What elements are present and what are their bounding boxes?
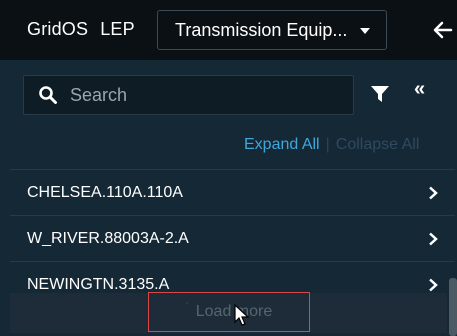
chevron-right-icon [429,278,438,292]
separator: | [325,136,330,153]
search-input[interactable] [70,84,320,106]
list-item[interactable]: W_RIVER.88003A-2.A [10,215,455,261]
list-item-label: CHELSEA.110A.110A [27,183,183,201]
chevron-right-icon [429,232,438,246]
search-box[interactable] [23,75,354,115]
list-item-label: NEWINGTN.3135.A [27,275,170,293]
collapse-all-link[interactable]: Collapse All [336,136,420,153]
dropdown-value: Transmission Equip... [175,19,348,40]
mouse-cursor-icon [234,304,250,326]
app-header: GridOS LEP Transmission Equip... [0,0,457,60]
brand-name: GridOS [27,19,89,39]
equipment-list: CHELSEA.110A.110A W_RIVER.88003A-2.A NEW… [10,169,455,307]
load-more-button[interactable]: ˙ Load more [148,292,310,332]
double-chevron-left-icon[interactable]: « [414,78,425,101]
brand: GridOS LEP [27,19,135,40]
search-icon [39,86,57,104]
transmission-equipment-panel: GridOS LEP Transmission Equip... « Expand… [0,0,457,336]
expand-all-link[interactable]: Expand All [244,136,320,153]
arrow-left-icon[interactable] [430,17,456,43]
app-name: LEP [100,19,135,39]
load-more-marker: ˙ [185,300,190,314]
chevron-right-icon [429,186,438,200]
scrollbar[interactable] [449,278,457,336]
list-item-label: W_RIVER.88003A-2.A [27,229,189,247]
list-item[interactable]: CHELSEA.110A.110A [10,169,455,215]
tree-controls: Expand All | Collapse All [244,136,419,154]
filter-icon[interactable] [370,84,390,104]
caret-down-icon [360,28,370,34]
equipment-type-dropdown[interactable]: Transmission Equip... [157,10,387,50]
